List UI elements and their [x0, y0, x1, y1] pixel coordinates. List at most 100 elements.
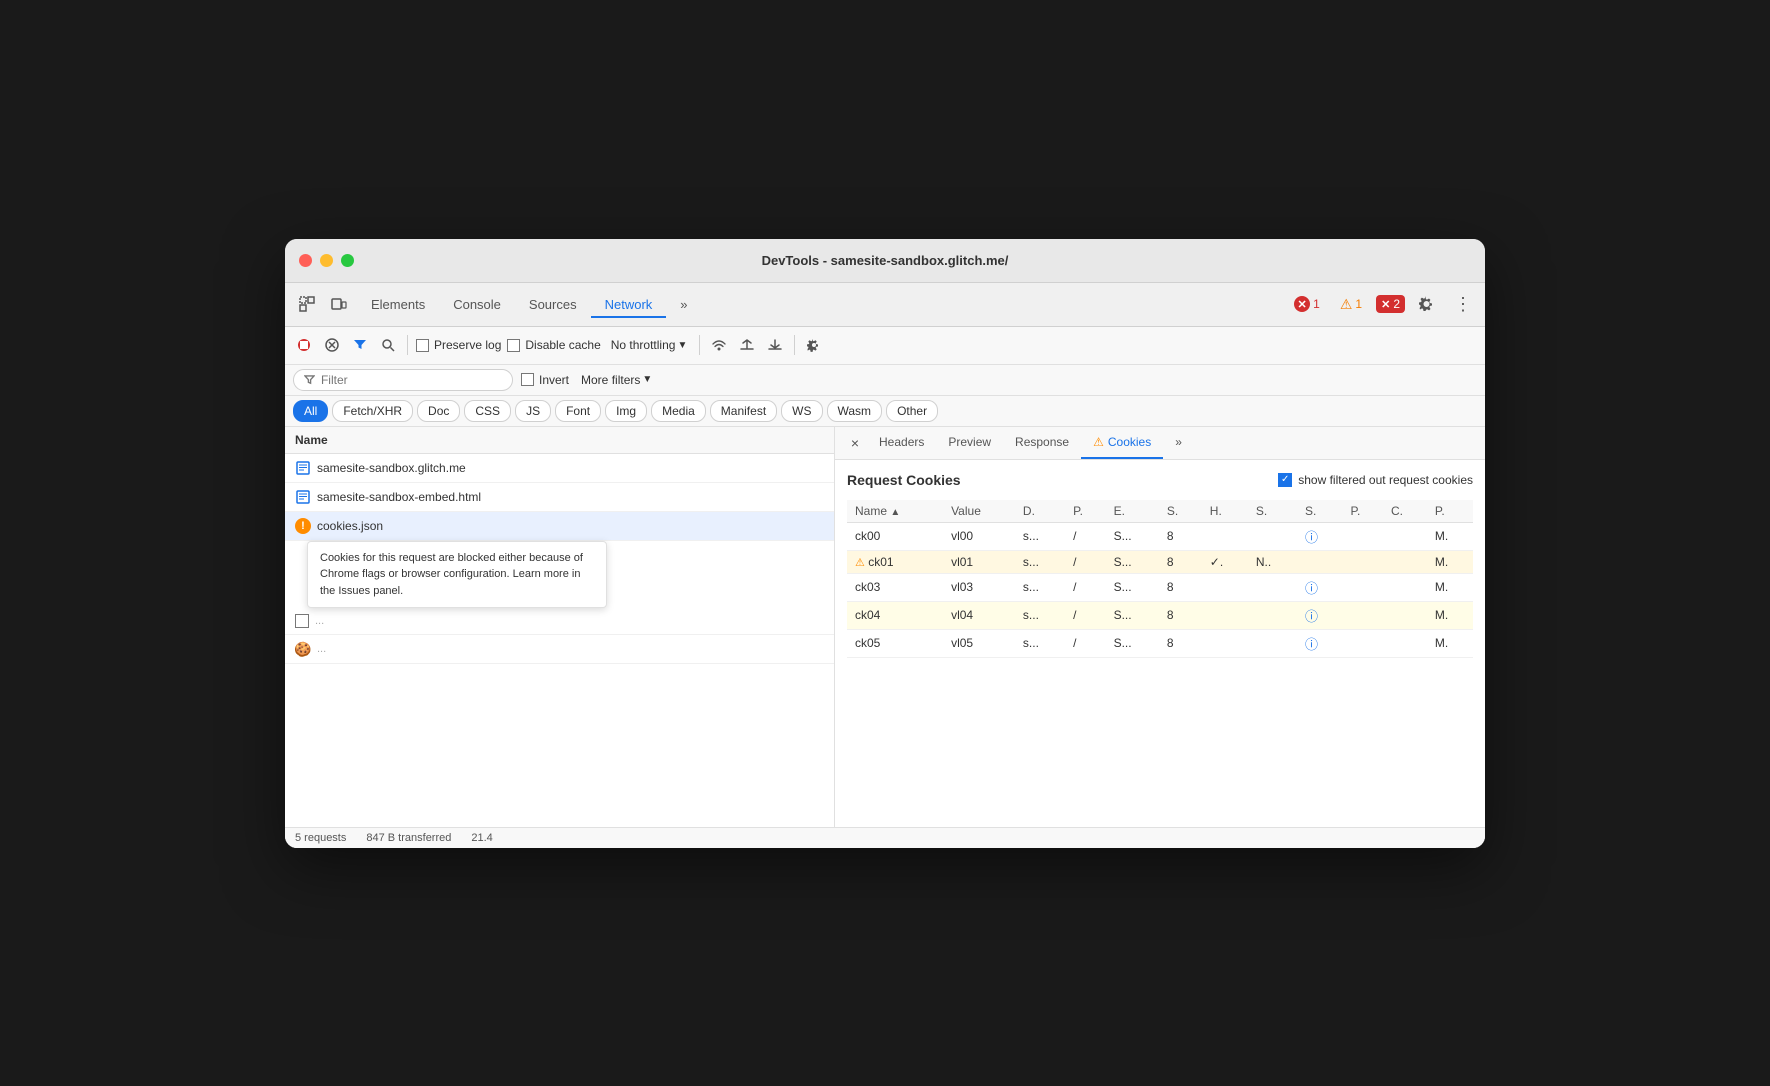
info-icon-3[interactable]: ⓘ: [1305, 609, 1318, 624]
col-p2[interactable]: P.: [1343, 500, 1383, 523]
col-c[interactable]: C.: [1383, 500, 1427, 523]
clear-icon[interactable]: [321, 334, 343, 356]
col-p3[interactable]: P.: [1427, 500, 1473, 523]
filter-other[interactable]: Other: [886, 400, 938, 422]
network-settings-icon[interactable]: [803, 334, 825, 356]
cookie-row-ck03[interactable]: ck03 vl03 s... / S... 8 ⓘ: [847, 573, 1473, 601]
devtools-tab-bar: Elements Console Sources Network » ✕ 1 ⚠…: [285, 283, 1485, 327]
preserve-log-label[interactable]: Preserve log: [416, 338, 501, 352]
file-item-extra1[interactable]: ...: [285, 608, 834, 635]
sort-arrow-icon: ▲: [890, 507, 900, 518]
col-s2[interactable]: S.: [1248, 500, 1297, 523]
file-list: Name samesite-sandbox.glitch.me: [285, 427, 835, 827]
filter-media[interactable]: Media: [651, 400, 706, 422]
doc-icon-1: [295, 460, 311, 476]
info-icon-4[interactable]: ⓘ: [1305, 637, 1318, 652]
more-filters-dropdown[interactable]: More filters ▼: [577, 371, 656, 389]
filter-icon[interactable]: [349, 334, 371, 356]
info-icon[interactable]: ⓘ: [1305, 530, 1318, 545]
device-toggle-icon[interactable]: [325, 290, 353, 318]
cookie-value: vl05: [943, 629, 1015, 657]
filter-text-input[interactable]: [321, 373, 502, 387]
disable-cache-checkbox[interactable]: [507, 339, 520, 352]
checkbox-icon: [295, 614, 309, 628]
show-filtered-wrapper[interactable]: ✓ show filtered out request cookies: [1278, 473, 1473, 487]
cookie-value: vl01: [943, 550, 1015, 573]
filter-doc[interactable]: Doc: [417, 400, 460, 422]
filter-js[interactable]: JS: [515, 400, 551, 422]
file-item-extra2[interactable]: 🍪 ...: [285, 635, 834, 664]
issue-x-icon: ✕: [1381, 298, 1390, 311]
tab-more[interactable]: »: [666, 291, 701, 318]
invert-checkbox[interactable]: [521, 373, 534, 386]
maximize-button[interactable]: [341, 254, 354, 267]
download-icon[interactable]: [764, 334, 786, 356]
cookie-value: vl00: [943, 522, 1015, 550]
tab-preview[interactable]: Preview: [936, 427, 1003, 459]
col-h[interactable]: H.: [1202, 500, 1248, 523]
tab-network[interactable]: Network: [591, 291, 667, 318]
doc-icon-2: [295, 489, 311, 505]
cookie-name: ck04: [847, 601, 943, 629]
col-d[interactable]: D.: [1015, 500, 1065, 523]
filter-manifest[interactable]: Manifest: [710, 400, 777, 422]
preserve-log-checkbox[interactable]: [416, 339, 429, 352]
panel-tabs: × Headers Preview Response ⚠ Cookies »: [835, 427, 1485, 460]
filter-all[interactable]: All: [293, 400, 328, 422]
cookies-panel-header: Request Cookies ✓ show filtered out requ…: [847, 472, 1473, 488]
upload-icon[interactable]: [736, 334, 758, 356]
warning-count[interactable]: ⚠ 1: [1334, 294, 1368, 315]
col-value[interactable]: Value: [943, 500, 1015, 523]
panel-close-button[interactable]: ×: [843, 431, 867, 455]
tab-elements[interactable]: Elements: [357, 291, 439, 318]
filter-ws[interactable]: WS: [781, 400, 822, 422]
cookie-row-ck05[interactable]: ck05 vl05 s... / S... 8 ⓘ: [847, 629, 1473, 657]
tab-headers[interactable]: Headers: [867, 427, 936, 459]
file-item-samesite-sandbox[interactable]: samesite-sandbox.glitch.me: [285, 454, 834, 483]
minimize-button[interactable]: [320, 254, 333, 267]
chevron-down-icon: ▼: [677, 340, 687, 351]
search-icon[interactable]: [377, 334, 399, 356]
request-cookies-title: Request Cookies: [847, 472, 961, 488]
filter-bar: Invert More filters ▼: [285, 365, 1485, 396]
tab-response[interactable]: Response: [1003, 427, 1081, 459]
tab-cookies[interactable]: ⚠ Cookies: [1081, 427, 1163, 459]
stop-recording-icon[interactable]: [293, 334, 315, 356]
warning-tooltip: Cookies for this request are blocked eit…: [307, 541, 607, 609]
tab-sources[interactable]: Sources: [515, 291, 591, 318]
settings-icon[interactable]: [1413, 290, 1441, 318]
cookie-row-ck00[interactable]: ck00 vl00 s... / S... 8 ⓘ: [847, 522, 1473, 550]
col-s[interactable]: S.: [1159, 500, 1202, 523]
close-button[interactable]: [299, 254, 312, 267]
col-e[interactable]: E.: [1106, 500, 1159, 523]
disable-cache-label[interactable]: Disable cache: [507, 338, 600, 352]
error-count[interactable]: ✕ 1: [1288, 294, 1326, 314]
more-menu-icon[interactable]: ⋮: [1449, 290, 1477, 318]
request-count: 5 requests: [295, 832, 346, 844]
tab-panel-more[interactable]: »: [1163, 427, 1194, 459]
filter-type-bar: All Fetch/XHR Doc CSS JS Font Img Media …: [285, 396, 1485, 427]
col-s3[interactable]: S.: [1297, 500, 1343, 523]
filter-css[interactable]: CSS: [464, 400, 511, 422]
throttle-dropdown[interactable]: No throttling ▼: [607, 336, 692, 354]
filter-wasm[interactable]: Wasm: [827, 400, 883, 422]
wifi-icon[interactable]: [708, 334, 730, 356]
info-icon-2[interactable]: ⓘ: [1305, 581, 1318, 596]
warning-circle-icon: !: [295, 518, 311, 534]
invert-label[interactable]: Invert: [521, 373, 569, 387]
inspect-icon[interactable]: [293, 290, 321, 318]
filter-fetch-xhr[interactable]: Fetch/XHR: [332, 400, 413, 422]
col-name[interactable]: Name ▲: [847, 500, 943, 523]
issue-count[interactable]: ✕ 2: [1376, 295, 1405, 313]
filter-input-wrapper[interactable]: [293, 369, 513, 391]
tab-console[interactable]: Console: [439, 291, 515, 318]
file-item-cookies-json[interactable]: ! cookies.json: [285, 512, 834, 541]
filter-font[interactable]: Font: [555, 400, 601, 422]
file-item-samesite-embed[interactable]: samesite-sandbox-embed.html: [285, 483, 834, 512]
show-filtered-checkbox[interactable]: ✓: [1278, 473, 1292, 487]
filter-img[interactable]: Img: [605, 400, 647, 422]
col-p[interactable]: P.: [1065, 500, 1105, 523]
cookie-row-ck04[interactable]: ck04 vl04 s... / S... 8 ⓘ: [847, 601, 1473, 629]
cookie-row-ck01[interactable]: ⚠ ck01 vl01 s... / S... 8 ✓. N..: [847, 550, 1473, 573]
filter-funnel-icon: [304, 374, 315, 386]
